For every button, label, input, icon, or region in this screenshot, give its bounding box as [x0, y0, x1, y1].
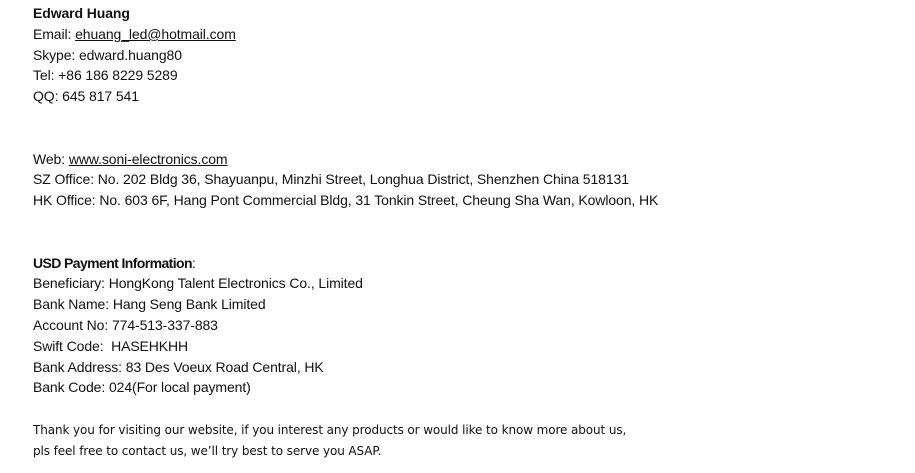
skype-line: Skype: edward.huang80 — [33, 47, 182, 63]
email-link[interactable]: ehuang_led@hotmail.com — [75, 26, 236, 42]
payment-heading-colon: : — [191, 255, 196, 271]
payment-heading: USD Payment Information: — [33, 254, 196, 272]
website-link[interactable]: www.soni-electronics.com — [69, 151, 228, 167]
footer-message-line-2: pls feel free to contact us, we’ll try b… — [33, 444, 382, 458]
email-label: Email: — [33, 26, 76, 42]
web-line: Web: www.soni-electronics.com — [33, 150, 228, 168]
qq-line: QQ: 645 817 541 — [33, 88, 139, 104]
sz-office-address: SZ Office: No. 202 Bldg 36, Shayuanpu, M… — [33, 171, 629, 187]
account-number-line: Account No: 774-513-337-883 — [33, 317, 218, 333]
hk-office-address: HK Office: No. 603 6F, Hang Pont Commerc… — [33, 192, 659, 208]
bank-address-line: Bank Address: 83 Des Voeux Road Central,… — [33, 359, 324, 375]
swift-code-line: Swift Code: HASEHKHH — [33, 338, 189, 354]
contact-name: Edward Huang — [33, 5, 130, 21]
tel-line: Tel: +86 186 8229 5289 — [33, 67, 178, 83]
web-label: Web: — [33, 151, 69, 167]
email-line: Email: ehuang_led@hotmail.com — [33, 25, 236, 43]
bank-name-line: Bank Name: Hang Seng Bank Limited — [33, 296, 266, 312]
payment-heading-text: USD Payment Information — [33, 255, 192, 271]
beneficiary-line: Beneficiary: HongKong Talent Electronics… — [33, 275, 363, 291]
footer-message-line-1: Thank you for visiting our website, if y… — [33, 423, 627, 437]
bank-code-line: Bank Code: 024(For local payment) — [33, 379, 251, 395]
